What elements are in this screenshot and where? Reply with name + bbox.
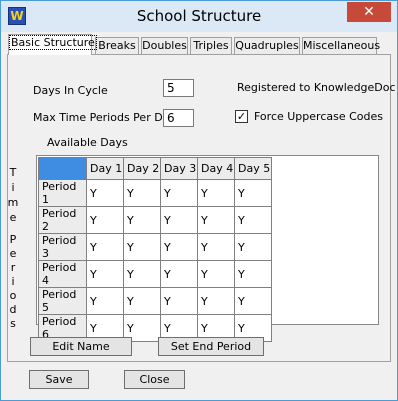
row-header-period-1[interactable]: Period 1 — [38, 179, 87, 207]
force-uppercase-label: Force Uppercase Codes — [254, 110, 383, 123]
grid-cell[interactable]: Y — [86, 206, 124, 234]
column-header-day-5[interactable]: Day 5 — [234, 157, 272, 180]
grid-cell[interactable]: Y — [123, 287, 161, 315]
column-header-day-4[interactable]: Day 4 — [197, 157, 235, 180]
grid-cell[interactable]: Y — [123, 206, 161, 234]
grid-cell[interactable]: Y — [160, 260, 198, 288]
grid-cell[interactable]: Y — [123, 260, 161, 288]
grid-cell[interactable]: Y — [197, 206, 235, 234]
force-uppercase-checkbox[interactable]: ✓ — [235, 110, 248, 123]
grid-cell[interactable]: Y — [86, 260, 124, 288]
grid-cell[interactable]: Y — [160, 206, 198, 234]
grid-cell[interactable]: Y — [197, 260, 235, 288]
grid-cell[interactable]: Y — [197, 287, 235, 315]
registered-text: Registered to KnowledgeDoc — [237, 81, 396, 94]
tab-breaks[interactable]: Breaks — [95, 37, 139, 54]
grid-cell[interactable]: Y — [234, 206, 272, 234]
time-vertical-label: T i m e — [7, 166, 19, 224]
grid-cell[interactable]: Y — [86, 287, 124, 315]
school-structure-window: W School Structure ✕ Basic Structure Bre… — [0, 0, 398, 401]
tab-doubles[interactable]: Doubles — [141, 37, 188, 54]
column-header-day-1[interactable]: Day 1 — [86, 157, 124, 180]
grid-row-period-5: Period 5 Y Y Y Y Y — [38, 287, 272, 315]
column-header-day-3[interactable]: Day 3 — [160, 157, 198, 180]
grid-cell[interactable]: Y — [123, 179, 161, 207]
grid-cell[interactable]: Y — [234, 179, 272, 207]
window-title: School Structure — [136, 7, 262, 25]
grid-row-period-2: Period 2 Y Y Y Y Y — [38, 206, 272, 234]
grid-corner-cell[interactable] — [38, 157, 87, 180]
tab-quadruples[interactable]: Quadruples — [234, 37, 300, 54]
grid-row-period-1: Period 1 Y Y Y Y Y — [38, 179, 272, 207]
close-window-button[interactable]: ✕ — [347, 2, 391, 22]
grid-row-period-3: Period 3 Y Y Y Y Y — [38, 233, 272, 261]
grid-cell[interactable]: Y — [160, 287, 198, 315]
days-in-cycle-input[interactable]: 5 — [163, 79, 194, 97]
grid-cell[interactable]: Y — [197, 179, 235, 207]
grid-cell[interactable]: Y — [234, 233, 272, 261]
tab-miscellaneous[interactable]: Miscellaneous — [302, 37, 380, 54]
grid-cell[interactable]: Y — [197, 233, 235, 261]
set-end-period-button[interactable]: Set End Period — [158, 337, 264, 356]
max-periods-input[interactable]: 6 — [163, 109, 194, 127]
max-periods-label: Max Time Periods Per Day — [33, 111, 176, 124]
available-days-label: Available Days — [47, 136, 128, 149]
grid-header-row: Day 1 Day 2 Day 3 Day 4 Day 5 — [38, 157, 272, 180]
title-bar: W School Structure ✕ — [1, 1, 397, 32]
tab-basic-structure[interactable]: Basic Structure — [8, 34, 97, 55]
grid-cell[interactable]: Y — [160, 233, 198, 261]
tab-strip: Basic Structure Breaks Doubles Triples Q… — [7, 34, 391, 56]
row-header-period-3[interactable]: Period 3 — [38, 233, 87, 261]
save-button[interactable]: Save — [29, 370, 89, 389]
grid-cell[interactable]: Y — [86, 179, 124, 207]
close-button[interactable]: Close — [124, 370, 185, 389]
grid-cell[interactable]: Y — [123, 233, 161, 261]
days-in-cycle-label: Days In Cycle — [33, 84, 108, 97]
column-header-day-2[interactable]: Day 2 — [123, 157, 161, 180]
row-header-period-5[interactable]: Period 5 — [38, 287, 87, 315]
tab-triples[interactable]: Triples — [190, 37, 232, 54]
available-days-grid: Day 1 Day 2 Day 3 Day 4 Day 5 Period 1 Y… — [38, 157, 272, 342]
grid-cell[interactable]: Y — [234, 287, 272, 315]
row-header-period-2[interactable]: Period 2 — [38, 206, 87, 234]
grid-cell[interactable]: Y — [160, 179, 198, 207]
periods-vertical-label: P e r i o d s — [9, 233, 17, 330]
edit-name-button[interactable]: Edit Name — [30, 337, 132, 356]
row-header-period-4[interactable]: Period 4 — [38, 260, 87, 288]
grid-cell[interactable]: Y — [86, 233, 124, 261]
close-icon: ✕ — [363, 4, 375, 20]
grid-cell[interactable]: Y — [234, 260, 272, 288]
grid-row-period-4: Period 4 Y Y Y Y Y — [38, 260, 272, 288]
